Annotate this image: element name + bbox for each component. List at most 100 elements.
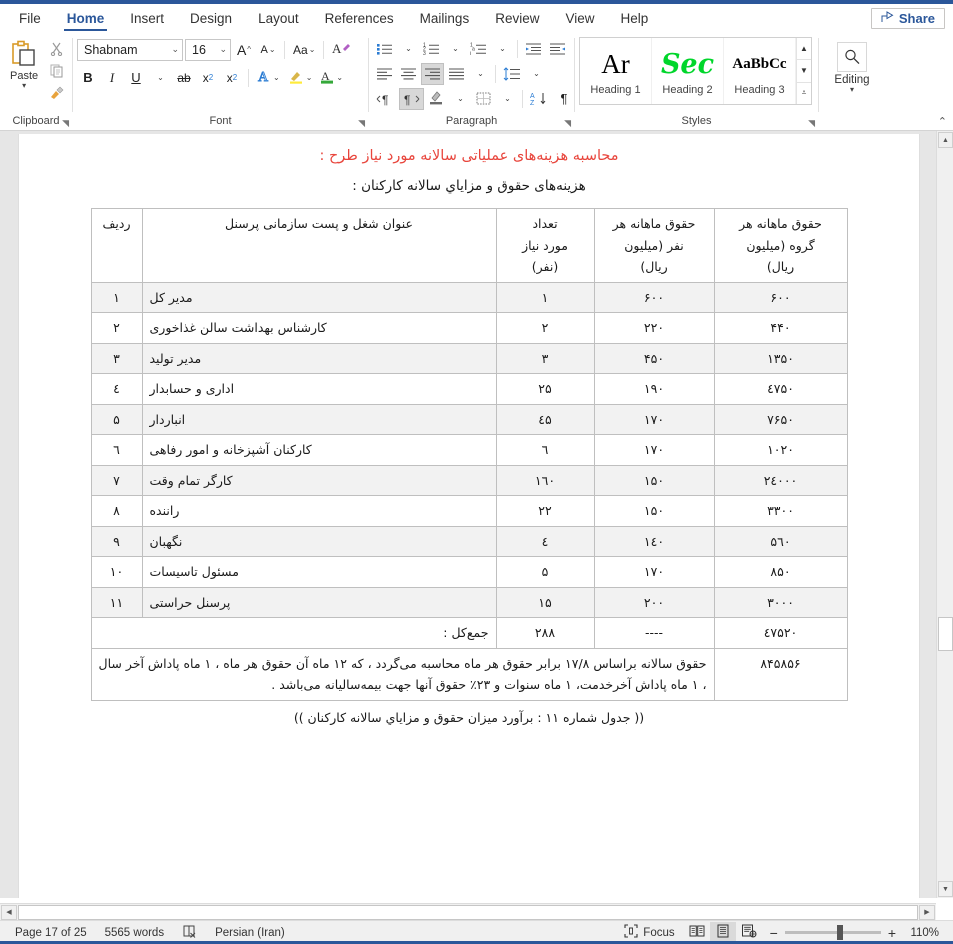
clipboard-dialog-launcher-icon[interactable]: ◥ bbox=[62, 118, 69, 129]
header-row-number: ردیف bbox=[90, 208, 143, 283]
tab-help[interactable]: Help bbox=[608, 4, 662, 33]
cell-row-number: ۱ bbox=[90, 281, 143, 313]
shrink-font-button[interactable]: A ⌄ bbox=[257, 39, 279, 61]
font-dialog-launcher-icon[interactable]: ◥ bbox=[358, 118, 365, 129]
numbering-button[interactable]: 123 bbox=[420, 38, 443, 60]
zoom-in-button[interactable]: + bbox=[888, 925, 896, 941]
editing-button[interactable]: Editing ▾ bbox=[823, 37, 881, 94]
zoom-control[interactable]: − + 110% bbox=[762, 925, 947, 941]
ribbon-group-styles: Ar Heading 1 Sec Heading 2 AaBbCc Headin… bbox=[575, 33, 818, 130]
vertical-scrollbar-thumb[interactable] bbox=[938, 617, 953, 651]
styles-scroll-down-button[interactable]: ▼ bbox=[797, 60, 811, 83]
cell-job-title: مدیر تولید bbox=[141, 342, 497, 374]
line-spacing-button[interactable] bbox=[500, 63, 524, 85]
align-right-button[interactable] bbox=[421, 62, 444, 85]
tab-view[interactable]: View bbox=[552, 4, 607, 33]
zoom-level-label[interactable]: 110% bbox=[903, 927, 939, 939]
divider bbox=[522, 89, 523, 108]
ltr-text-direction-button[interactable]: ¶ bbox=[373, 88, 398, 110]
tab-layout[interactable]: Layout bbox=[245, 4, 312, 33]
justify-options-button[interactable]: ⌄ bbox=[469, 63, 491, 85]
shading-options-button[interactable]: ⌄ bbox=[449, 88, 471, 110]
horizontal-scrollbar[interactable]: ◀ ▶ bbox=[0, 903, 936, 920]
paste-button[interactable]: Paste ▾ bbox=[4, 37, 44, 101]
subscript-button[interactable]: x2 bbox=[197, 67, 219, 89]
document-canvas[interactable]: محاسبه هزینه‌های عملیاتی سالانه مورد نیا… bbox=[0, 131, 953, 898]
font-color-button[interactable]: A ⌄ bbox=[317, 67, 346, 89]
decrease-indent-button[interactable] bbox=[522, 38, 545, 60]
cell-salary-per-group: ۸۵۰ bbox=[713, 556, 848, 588]
align-left-button[interactable] bbox=[373, 63, 396, 85]
tab-help-label: Help bbox=[620, 11, 649, 26]
zoom-slider[interactable] bbox=[784, 925, 881, 940]
zoom-slider-thumb[interactable] bbox=[836, 925, 843, 940]
clear-formatting-button[interactable]: A bbox=[329, 39, 354, 61]
align-center-button[interactable] bbox=[397, 63, 420, 85]
style-heading-2[interactable]: Sec Heading 2 bbox=[652, 38, 724, 104]
document-page[interactable]: محاسبه هزینه‌های عملیاتی سالانه مورد نیا… bbox=[18, 134, 920, 898]
justify-button[interactable] bbox=[445, 63, 468, 85]
editing-chevron-down-icon[interactable]: ▾ bbox=[850, 86, 854, 94]
cut-icon[interactable] bbox=[48, 40, 65, 57]
tab-references[interactable]: References bbox=[312, 4, 407, 33]
rtl-text-direction-button[interactable]: ¶ bbox=[399, 87, 424, 110]
highlight-color-button[interactable]: ⌄ bbox=[285, 67, 316, 89]
paste-chevron-down-icon[interactable]: ▾ bbox=[22, 82, 26, 90]
header-count: تعداد مورد نیاز (نفر) bbox=[495, 208, 595, 283]
sort-button[interactable]: AZ bbox=[527, 88, 552, 110]
scroll-right-button[interactable]: ▶ bbox=[919, 904, 935, 920]
vertical-scrollbar[interactable]: ▲ ▼ bbox=[936, 131, 953, 898]
font-size-combobox[interactable]: 16 ⌄ bbox=[185, 38, 231, 61]
tab-review[interactable]: Review bbox=[482, 4, 552, 33]
copy-icon[interactable] bbox=[48, 62, 65, 79]
increase-indent-button[interactable] bbox=[546, 38, 569, 60]
style-heading-1[interactable]: Ar Heading 1 bbox=[580, 38, 652, 104]
font-name-combobox[interactable]: Shabnam ⌄ bbox=[77, 38, 183, 61]
scroll-left-button[interactable]: ◀ bbox=[1, 904, 17, 920]
bold-button[interactable]: B bbox=[77, 67, 99, 89]
superscript-button[interactable]: x2 bbox=[221, 67, 243, 89]
cell-count: ۲۲ bbox=[495, 495, 595, 527]
table-row: ۶۰۰ ۶۰۰ ۱ مدیر کل ۱ bbox=[90, 281, 848, 313]
format-painter-icon[interactable] bbox=[48, 84, 65, 101]
tab-insert[interactable]: Insert bbox=[117, 4, 177, 33]
multilevel-list-button[interactable]: 1ai bbox=[467, 38, 490, 60]
tab-design[interactable]: Design bbox=[177, 4, 245, 33]
styles-scroll-up-button[interactable]: ▲ bbox=[797, 38, 811, 61]
document-body[interactable]: محاسبه هزینه‌های عملیاتی سالانه مورد نیا… bbox=[19, 134, 919, 725]
text-effects-button[interactable]: A ⌄ bbox=[254, 67, 283, 89]
paragraph-dialog-launcher-icon[interactable]: ◥ bbox=[564, 118, 571, 129]
personnel-salary-table[interactable]: حقوق ماهانه هر گروه (میلیون ریال) حقوق م… bbox=[90, 208, 848, 701]
styles-gallery[interactable]: Ar Heading 1 Sec Heading 2 AaBbCc Headin… bbox=[579, 37, 812, 105]
share-button[interactable]: Share bbox=[870, 8, 945, 29]
scroll-up-button[interactable]: ▲ bbox=[938, 132, 953, 148]
borders-options-button[interactable]: ⌄ bbox=[496, 88, 518, 110]
italic-button[interactable]: I bbox=[101, 67, 123, 89]
styles-dialog-launcher-icon[interactable]: ◥ bbox=[808, 118, 815, 129]
multilevel-options-button[interactable]: ⌄ bbox=[491, 38, 513, 60]
chevron-down-icon: ⌄ bbox=[533, 69, 540, 78]
borders-button[interactable] bbox=[472, 88, 495, 110]
tab-home[interactable]: Home bbox=[54, 4, 118, 33]
table-row: ۳۰۰۰ ۲۰۰ ۱۵ پرسنل حراستی ۱۱ bbox=[90, 586, 848, 618]
collapse-ribbon-button[interactable]: ⌃ bbox=[938, 115, 947, 128]
horizontal-scrollbar-thumb[interactable] bbox=[18, 904, 918, 920]
underline-button[interactable]: U bbox=[125, 67, 147, 89]
styles-more-button[interactable]: ⩡ bbox=[797, 83, 811, 104]
change-case-button[interactable]: Aa ⌄ bbox=[290, 39, 318, 61]
tab-mailings[interactable]: Mailings bbox=[407, 4, 483, 33]
numbering-options-button[interactable]: ⌄ bbox=[444, 38, 466, 60]
tab-file[interactable]: File bbox=[6, 4, 54, 33]
shading-button[interactable] bbox=[425, 88, 448, 110]
line-spacing-options-button[interactable]: ⌄ bbox=[525, 63, 547, 85]
underline-label: U bbox=[131, 70, 141, 85]
show-formatting-marks-button[interactable]: ¶ bbox=[553, 88, 575, 110]
style-heading-3[interactable]: AaBbCc Heading 3 bbox=[724, 38, 796, 104]
zoom-out-button[interactable]: − bbox=[770, 925, 778, 941]
bullets-button[interactable] bbox=[373, 38, 396, 60]
grow-font-button[interactable]: A ^ bbox=[233, 39, 255, 61]
scroll-down-button[interactable]: ▼ bbox=[938, 881, 953, 897]
underline-options-button[interactable]: ⌄ bbox=[149, 67, 171, 89]
bullets-options-button[interactable]: ⌄ bbox=[397, 38, 419, 60]
strikethrough-button[interactable]: ab bbox=[173, 67, 195, 89]
